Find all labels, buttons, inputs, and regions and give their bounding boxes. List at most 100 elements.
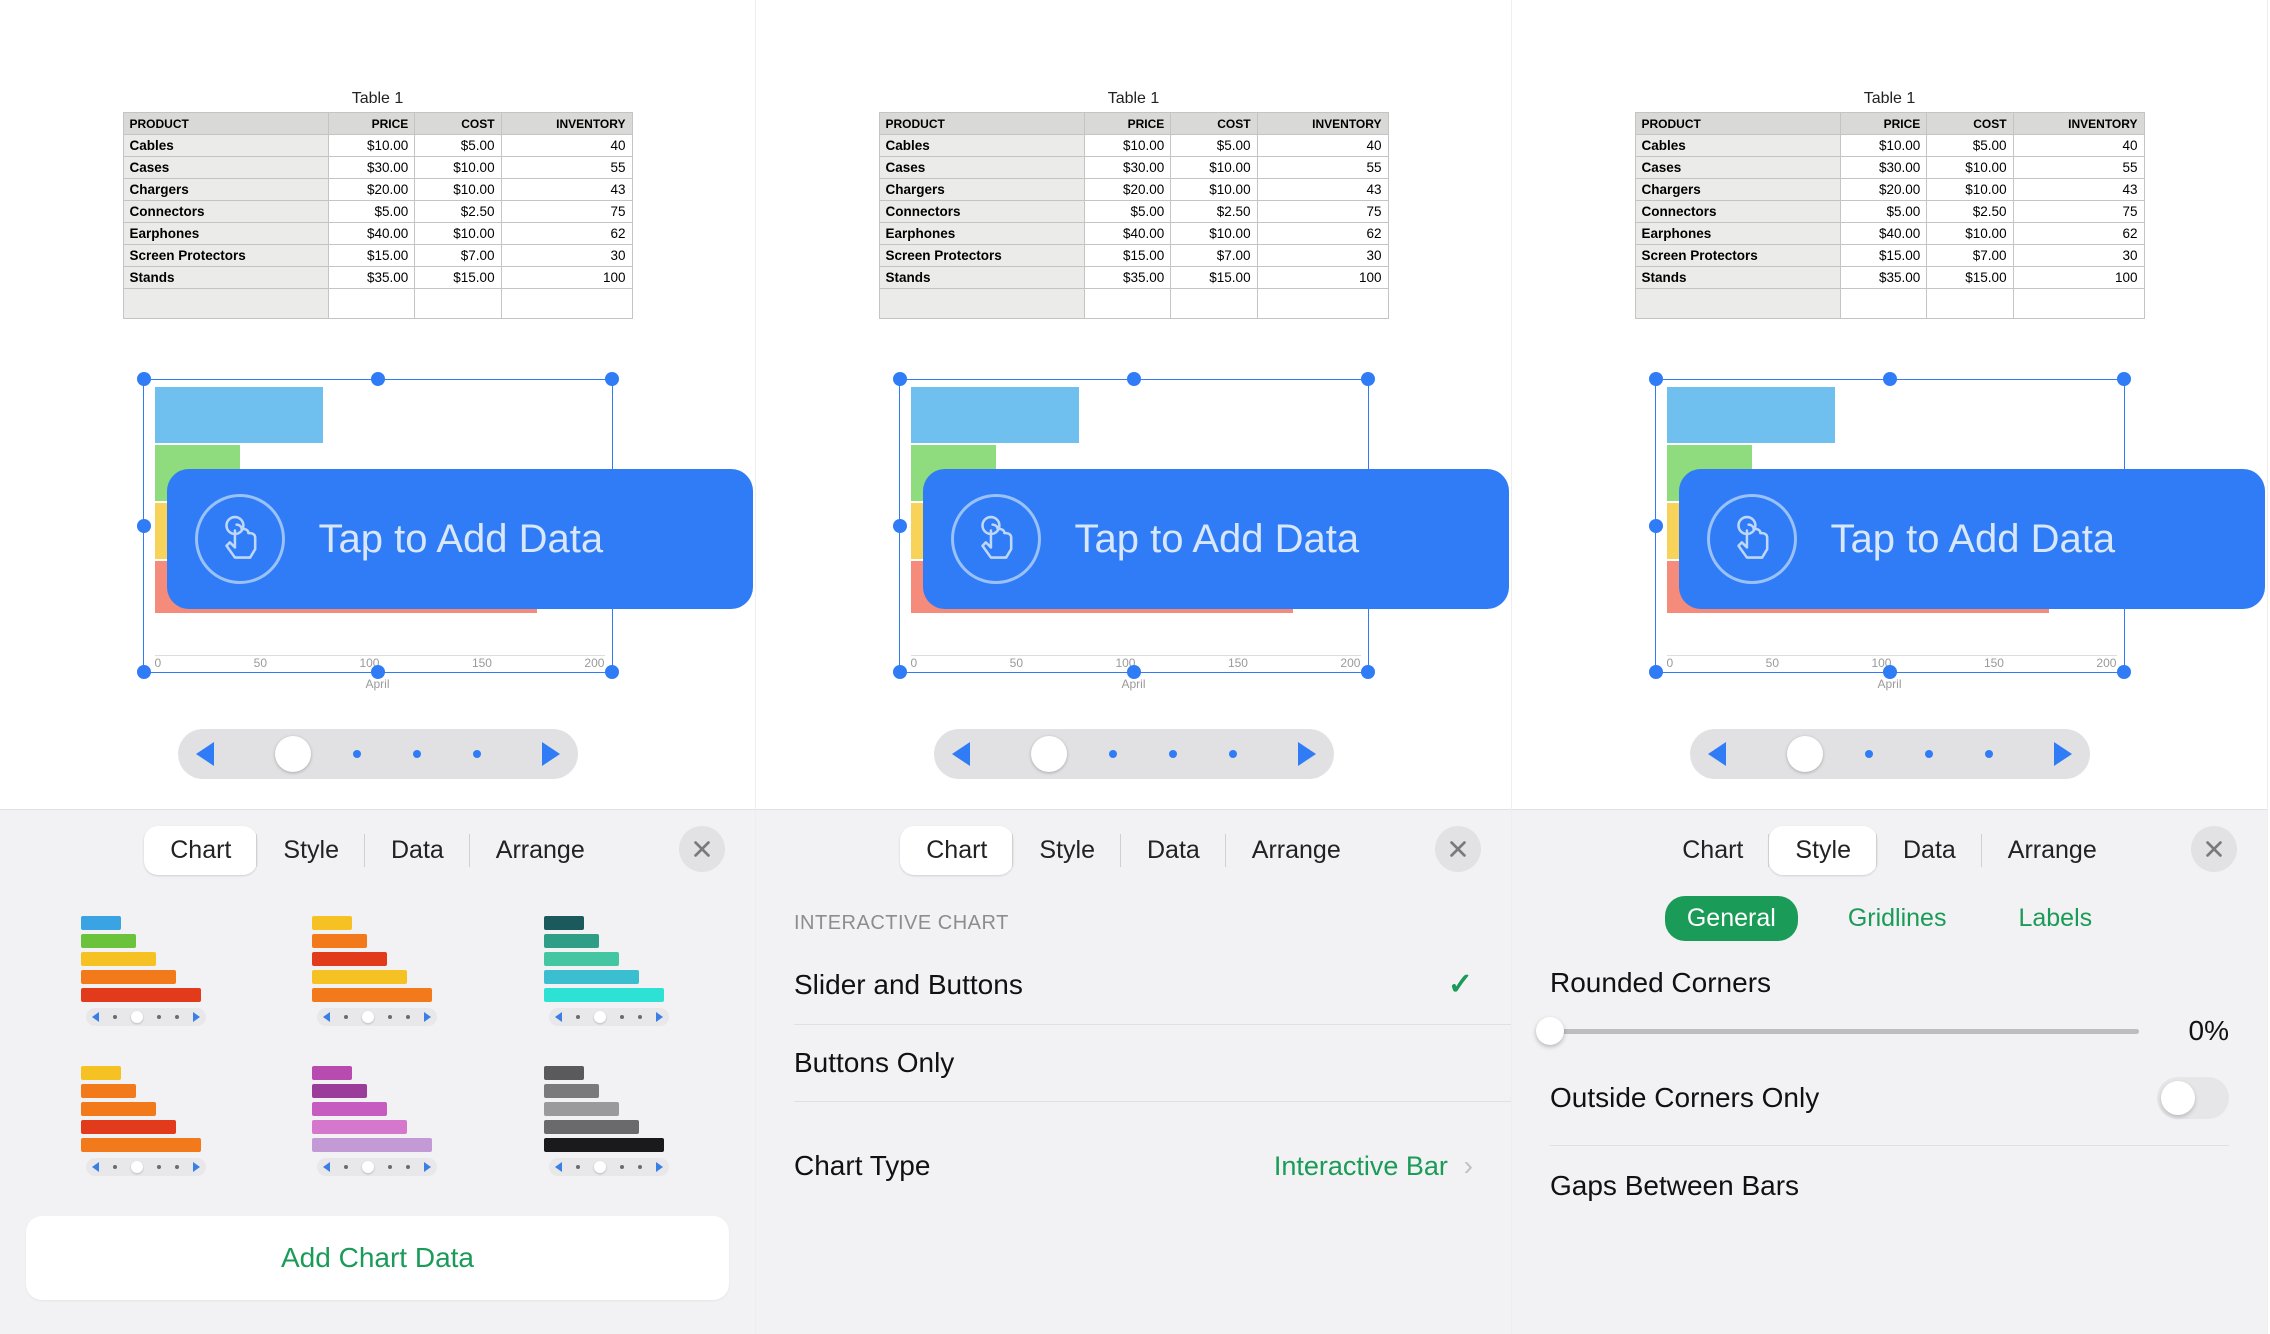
selection-handle[interactable] [1649,372,1663,386]
table-cell[interactable]: $10.00 [1927,179,2013,201]
interactive-pager[interactable] [934,729,1334,779]
pager-dot[interactable] [1169,750,1177,758]
table-cell[interactable]: 43 [2013,179,2144,201]
chart-selected[interactable]: 050100150200AprilTap to Add Data [133,379,623,709]
tab-data[interactable]: Data [1121,826,1226,875]
table-cell[interactable]: $10.00 [1171,157,1257,179]
tab-style[interactable]: Style [257,826,365,875]
table-cell[interactable]: Cables [1635,135,1841,157]
table-row[interactable]: Cases$30.00$10.0055 [879,157,1388,179]
table-cell[interactable]: Stands [1635,267,1841,289]
table-row[interactable]: Cases$30.00$10.0055 [123,157,632,179]
chart-style-swatch[interactable] [50,916,242,1026]
row-slider-and-buttons[interactable]: Slider and Buttons ✓ [794,945,1511,1025]
table-row[interactable]: Earphones$40.00$10.0062 [123,223,632,245]
table-cell[interactable]: $5.00 [1171,135,1257,157]
table-cell[interactable]: Cases [879,157,1085,179]
selection-handle[interactable] [1649,665,1663,679]
tab-data[interactable]: Data [1877,826,1982,875]
table-header-cell[interactable]: PRICE [1841,113,1927,135]
table-cell[interactable]: $10.00 [1171,179,1257,201]
table-row[interactable]: Cables$10.00$5.0040 [1635,135,2144,157]
table-cell[interactable]: $10.00 [1927,157,2013,179]
pager-dot[interactable] [413,750,421,758]
table-cell[interactable]: 30 [1257,245,1388,267]
chart-style-swatch[interactable] [282,1066,474,1176]
slider-thumb[interactable] [1536,1017,1564,1045]
table-cell[interactable]: $35.00 [1085,267,1171,289]
table-row[interactable]: Screen Protectors$15.00$7.0030 [123,245,632,267]
table-cell[interactable]: $2.50 [1927,201,2013,223]
table-cell[interactable]: $35.00 [1841,267,1927,289]
table-cell[interactable]: Earphones [1635,223,1841,245]
table-cell[interactable]: $30.00 [1085,157,1171,179]
tab-chart[interactable]: Chart [900,826,1013,875]
row-buttons-only[interactable]: Buttons Only [794,1025,1511,1102]
table-cell[interactable]: $10.00 [329,135,415,157]
table-cell[interactable]: 62 [1257,223,1388,245]
selection-handle[interactable] [893,665,907,679]
table-cell[interactable]: $40.00 [1841,223,1927,245]
outside-corners-toggle[interactable] [2157,1077,2229,1119]
table-cell[interactable]: $30.00 [1841,157,1927,179]
selection-handle[interactable] [371,372,385,386]
table-row[interactable]: Screen Protectors$15.00$7.0030 [879,245,1388,267]
pager-prev-button[interactable] [1708,742,1726,766]
selection-handle[interactable] [605,372,619,386]
table-cell[interactable]: $10.00 [415,223,501,245]
chart-style-swatch[interactable] [282,916,474,1026]
pager-dot[interactable] [473,750,481,758]
table-cell[interactable]: 75 [501,201,632,223]
table-cell[interactable]: $10.00 [1085,135,1171,157]
table-row[interactable]: Cables$10.00$5.0040 [123,135,632,157]
table-cell[interactable]: $15.00 [1171,267,1257,289]
table-header-cell[interactable]: INVENTORY [1257,113,1388,135]
tab-style[interactable]: Style [1769,826,1877,875]
table-cell[interactable]: Chargers [879,179,1085,201]
table-row[interactable]: Screen Protectors$15.00$7.0030 [1635,245,2144,267]
table-cell[interactable]: $40.00 [1085,223,1171,245]
close-inspector-button[interactable] [1435,826,1481,872]
selection-handle[interactable] [2117,665,2131,679]
table-row[interactable]: Cables$10.00$5.0040 [879,135,1388,157]
selection-handle[interactable] [1883,665,1897,679]
table-cell[interactable]: $15.00 [1927,267,2013,289]
table-cell[interactable]: 43 [1257,179,1388,201]
table-cell[interactable]: $20.00 [1841,179,1927,201]
selection-handle[interactable] [1361,665,1375,679]
data-table[interactable]: PRODUCTPRICECOSTINVENTORYCables$10.00$5.… [1635,112,2145,319]
table-cell[interactable]: $5.00 [329,201,415,223]
tab-chart[interactable]: Chart [144,826,257,875]
rounded-corners-slider[interactable] [1550,1029,2139,1034]
chart-style-swatch[interactable] [513,1066,705,1176]
table-cell[interactable]: $20.00 [1085,179,1171,201]
table-row[interactable]: Connectors$5.00$2.5075 [1635,201,2144,223]
selection-handle[interactable] [137,665,151,679]
table-cell[interactable]: $10.00 [415,179,501,201]
table-cell[interactable]: $20.00 [329,179,415,201]
table-cell[interactable]: 75 [2013,201,2144,223]
table-row[interactable]: Earphones$40.00$10.0062 [879,223,1388,245]
selection-handle[interactable] [1127,665,1141,679]
tab-arrange[interactable]: Arrange [1982,826,2123,875]
table-cell[interactable]: 43 [501,179,632,201]
close-inspector-button[interactable] [679,826,725,872]
table-cell[interactable]: Screen Protectors [1635,245,1841,267]
pager-prev-button[interactable] [952,742,970,766]
selection-handle[interactable] [1649,519,1663,533]
add-chart-data-button[interactable]: Add Chart Data [26,1216,729,1300]
selection-handle[interactable] [605,665,619,679]
table-cell[interactable]: $5.00 [1841,201,1927,223]
table-cell[interactable]: 100 [1257,267,1388,289]
table-cell[interactable]: $5.00 [1927,135,2013,157]
table-header-cell[interactable]: PRODUCT [879,113,1085,135]
pager-next-button[interactable] [2054,742,2072,766]
table-cell[interactable]: 40 [2013,135,2144,157]
table-cell[interactable]: 55 [501,157,632,179]
subtab-labels[interactable]: Labels [1996,896,2114,941]
pager-dot[interactable] [1985,750,1993,758]
selection-handle[interactable] [1361,372,1375,386]
table-header-cell[interactable]: PRICE [1085,113,1171,135]
table-cell[interactable]: 40 [501,135,632,157]
pager-thumb[interactable] [1787,736,1823,772]
